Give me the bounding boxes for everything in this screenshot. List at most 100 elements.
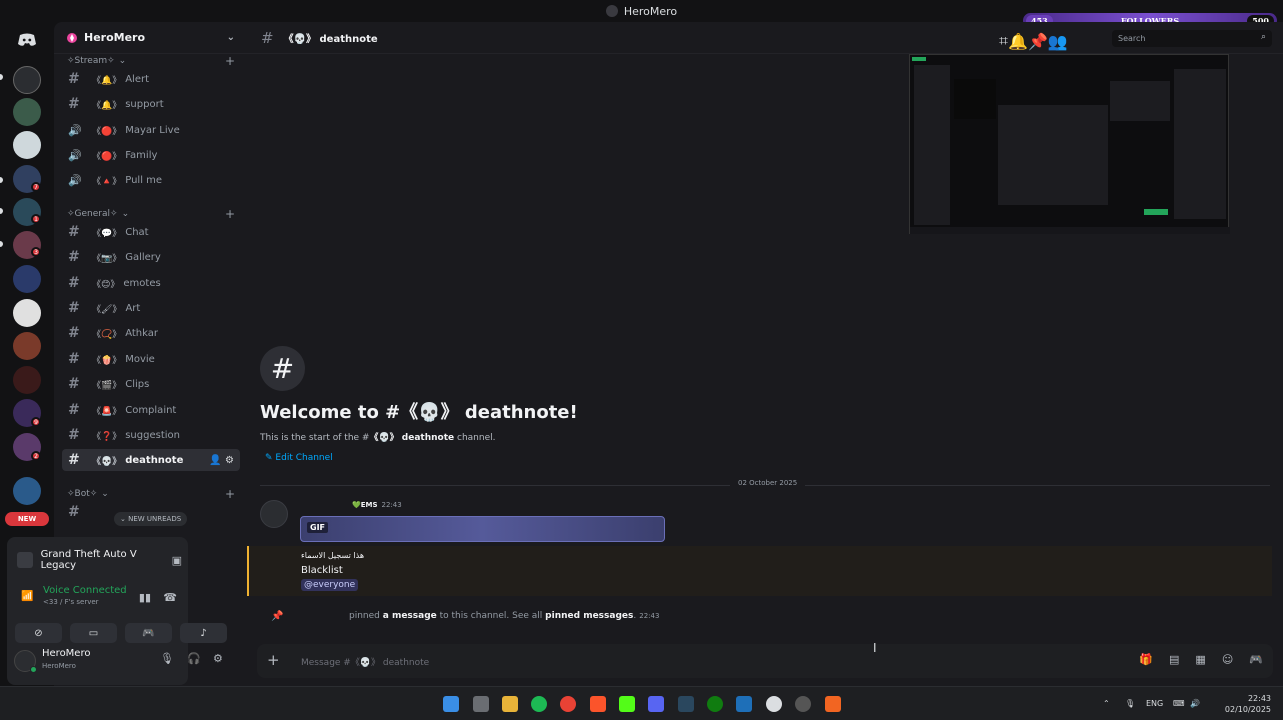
mic-tray-icon[interactable]: 🎙 <box>1125 699 1135 708</box>
preview-taskbar <box>910 227 1230 234</box>
game-activity[interactable]: Grand Theft Auto V Legacy ▣ <box>17 549 182 571</box>
search-input[interactable]: Search ⌕ <box>1112 30 1272 47</box>
language-indicator[interactable]: ENG <box>1146 699 1163 708</box>
new-unreads-pill[interactable]: ⌄ NEW UNREADS <box>114 512 188 526</box>
add-channel-icon[interactable]: + <box>225 54 235 68</box>
channel-gallery[interactable]: # 《📷》 Gallery <box>62 246 240 268</box>
voice-channel-mayar-live[interactable]: 🔊 《🔴》 Mayar Live <box>62 119 240 141</box>
message-composer[interactable]: + Message #《💀》 deathnote 🎁 ▤ ▦ ☺ 🎮 <box>257 644 1273 678</box>
chrome-icon[interactable] <box>560 696 576 712</box>
app-icon[interactable] <box>795 696 811 712</box>
xbox-icon[interactable] <box>707 696 723 712</box>
category-general[interactable]: ✧General✧ ⌄ + <box>67 207 235 221</box>
spotify-icon[interactable] <box>531 696 547 712</box>
edit-channel-label: Edit Channel <box>275 453 333 463</box>
server-icon[interactable] <box>13 66 41 94</box>
threads-icon[interactable]: ⌗ <box>999 31 1008 51</box>
username[interactable]: HeroMero <box>42 648 90 659</box>
category-bot[interactable]: ✧Bot✧ ⌄ + <box>67 487 235 501</box>
activity-card-icon[interactable]: ▣ <box>172 554 182 567</box>
task-view-icon[interactable] <box>473 696 489 712</box>
sticker-icon[interactable]: ▦ <box>1195 653 1205 666</box>
add-attachment-icon[interactable]: + <box>267 651 280 669</box>
everyone-mention[interactable]: @everyone <box>301 579 359 591</box>
server-icon[interactable] <box>13 131 41 159</box>
gif-embed[interactable]: GIF <box>300 516 665 542</box>
channel-athkar[interactable]: # 《📿》 Athkar <box>62 322 240 344</box>
server-icon[interactable] <box>13 98 41 126</box>
stream-preview[interactable] <box>909 54 1230 234</box>
app-icon[interactable] <box>825 696 841 712</box>
kick-icon[interactable] <box>619 696 635 712</box>
activities-button[interactable]: 🎮 <box>125 623 172 643</box>
microphone-icon[interactable]: 🎙 <box>160 652 174 665</box>
emoji-icon[interactable]: ☺ <box>1222 653 1233 666</box>
soundboard-button[interactable]: ♪ <box>180 623 227 643</box>
edit-channel-link[interactable]: ✎ Edit Channel <box>265 453 333 463</box>
speaker-icon: 🔊 <box>68 123 82 137</box>
channel-suggestion[interactable]: # 《❓》 suggestion <box>62 424 240 446</box>
members-icon[interactable]: 👥 <box>1048 32 1068 51</box>
pinned-message-link[interactable]: a message <box>383 611 437 621</box>
channel-complaint[interactable]: # 《🚨》 Complaint <box>62 399 240 421</box>
new-servers-pill[interactable]: NEW <box>5 512 49 526</box>
hashtag-icon: # <box>261 28 274 47</box>
channel-clips[interactable]: # 《🎬》 Clips <box>62 373 240 395</box>
channel-alert[interactable]: # 《🔔》 Alert <box>62 68 240 90</box>
gear-icon[interactable]: ⚙ <box>213 652 223 665</box>
message-input[interactable]: Message #《💀》 deathnote <box>301 655 429 668</box>
gear-icon[interactable]: ⚙ <box>225 455 234 466</box>
server-icon[interactable] <box>13 332 41 360</box>
pinned-messages-link[interactable]: pinned messages <box>545 611 633 621</box>
tray-chevron-icon[interactable]: ⌃ <box>1103 699 1110 708</box>
discord-taskbar-icon[interactable] <box>648 696 664 712</box>
channel-art[interactable]: # 《🖌》 Art <box>62 297 240 319</box>
brave-icon[interactable] <box>590 696 606 712</box>
channel-emotes[interactable]: # 《😊》 emotes <box>62 272 240 294</box>
gif-icon[interactable]: ▤ <box>1169 653 1179 666</box>
discord-home-button[interactable] <box>13 26 41 54</box>
voice-channel-family[interactable]: 🔊 《🔴》 Family <box>62 144 240 166</box>
obs-icon[interactable] <box>766 696 782 712</box>
category-stream[interactable]: ✧Stream✧ ⌄ + <box>67 54 235 68</box>
signal-icon[interactable]: 📶 <box>21 591 33 602</box>
server-icon[interactable] <box>13 477 41 505</box>
bell-icon[interactable]: 🔔 <box>1008 32 1028 51</box>
add-channel-icon[interactable]: + <box>225 487 235 501</box>
server-header[interactable]: HeroMero ⌄ <box>54 22 247 54</box>
volume-icon[interactable]: 🔊 <box>1190 699 1200 708</box>
apps-icon[interactable]: 🎮 <box>1249 653 1263 666</box>
welcome-subtitle: This is the start of the #《💀》 deathnote … <box>260 430 495 443</box>
chevron-down-icon[interactable]: ⌄ <box>227 32 235 43</box>
server-icon[interactable] <box>13 299 41 327</box>
channel-movie[interactable]: # 《🍿》 Movie <box>62 348 240 370</box>
camera-off-button[interactable]: ⊘ <box>15 623 62 643</box>
avatar[interactable] <box>260 500 288 528</box>
app-icon[interactable] <box>736 696 752 712</box>
headphones-icon[interactable]: 🎧 <box>187 652 201 665</box>
voice-channel-pull-me[interactable]: 🔊 《🔺》 Pull me <box>62 169 240 191</box>
gift-icon[interactable]: 🎁 <box>1139 653 1153 666</box>
server-icon[interactable] <box>13 366 41 394</box>
server-icon[interactable] <box>13 265 41 293</box>
pin-icon[interactable]: 📌 <box>1028 32 1048 51</box>
channel-deathnote[interactable]: # 《💀》 deathnote 👤 ⚙ <box>62 449 240 471</box>
file-explorer-icon[interactable] <box>502 696 518 712</box>
category-label: ✧Stream✧ <box>67 56 115 66</box>
channel-chat[interactable]: # 《💬》 Chat <box>62 221 240 243</box>
disconnect-icon[interactable]: ☎ <box>163 591 177 604</box>
channel-support[interactable]: # 《🔔》 support <box>62 93 240 115</box>
add-channel-icon[interactable]: + <box>225 207 235 221</box>
start-icon[interactable] <box>443 696 459 712</box>
system-clock[interactable]: 22:43 02/10/2025 <box>1225 693 1271 715</box>
noise-suppression-icon[interactable]: ▮▮ <box>139 591 151 604</box>
server-indicator <box>0 177 3 183</box>
voice-controls: ⊘ ▭ 🎮 ♪ <box>15 623 227 643</box>
invite-icon[interactable]: 👤 <box>209 455 221 466</box>
channel-emoji: 《💀》 <box>92 456 122 467</box>
steam-icon[interactable] <box>678 696 694 712</box>
author-role-tag[interactable]: 💚EMS <box>352 501 378 509</box>
speaker-icon: 🔊 <box>68 148 82 162</box>
screen-share-button[interactable]: ▭ <box>70 623 117 643</box>
network-icon[interactable]: ⌨ <box>1173 699 1185 708</box>
